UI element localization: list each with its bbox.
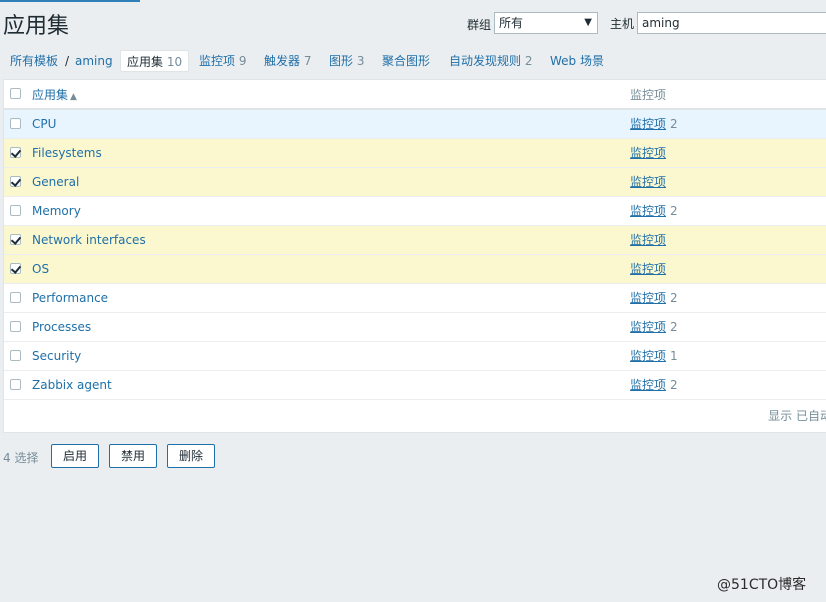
tab-web-scenarios[interactable]: Web 场景 (550, 50, 604, 72)
host-input[interactable]: aming (637, 12, 826, 34)
application-name-link[interactable]: OS (32, 255, 49, 284)
table-header: 应用集 ▲ 监控项 (4, 80, 826, 110)
enable-button[interactable]: 启用 (51, 444, 99, 468)
tab-label: 监控项 (199, 54, 236, 68)
items-cell: 监控项 2 (630, 284, 678, 313)
items-cell: 监控项 (630, 255, 666, 284)
application-name-link[interactable]: CPU (32, 110, 56, 139)
breadcrumb-separator: / (65, 54, 70, 68)
application-name-link[interactable]: Memory (32, 197, 81, 226)
tab-graphs[interactable]: 图形 3 (329, 50, 364, 72)
column-header-items: 监控项 (630, 88, 667, 102)
application-name-link[interactable]: Processes (32, 313, 91, 342)
items-link[interactable]: 监控项 (630, 378, 666, 392)
selected-count: 4 选择 (3, 451, 39, 465)
items-count: 2 (670, 291, 678, 305)
items-cell: 监控项 1 (630, 342, 678, 371)
chevron-down-icon: ▼ (584, 17, 592, 28)
delete-button[interactable]: 删除 (167, 444, 215, 468)
items-link[interactable]: 监控项 (630, 117, 666, 131)
column-name-label: 应用集 (32, 88, 69, 102)
items-cell: 监控项 2 (630, 313, 678, 342)
table-footer-summary: 显示 已自动 (768, 409, 826, 423)
application-name-link[interactable]: Performance (32, 284, 108, 313)
tab-label: 聚合图形 (382, 54, 431, 68)
column-header-name[interactable]: 应用集 ▲ (32, 80, 77, 112)
breadcrumb-host[interactable]: aming (75, 50, 113, 72)
table-row[interactable]: OS 监控项 (4, 255, 826, 284)
tab-label: 触发器 (264, 54, 301, 68)
tab-label: 自动发现规则 (449, 54, 522, 68)
items-count: 2 (670, 320, 678, 334)
tab-count: 9 (238, 54, 247, 68)
items-link[interactable]: 监控项 (630, 175, 666, 189)
table-row[interactable]: Filesystems 监控项 (4, 139, 826, 168)
watermark: @51CTO博客 (717, 577, 807, 593)
items-link[interactable]: 监控项 (630, 262, 666, 276)
row-checkbox[interactable] (10, 321, 21, 332)
disable-button[interactable]: 禁用 (109, 444, 157, 468)
items-count: 2 (670, 378, 678, 392)
applications-table: 应用集 ▲ 监控项 CPU 监控项 2 Filesystems 监控项 Genera… (3, 79, 826, 433)
items-cell: 监控项 (630, 139, 666, 168)
select-all-checkbox[interactable] (10, 88, 21, 99)
row-checkbox[interactable] (10, 234, 21, 245)
tab-count: 7 (303, 54, 312, 68)
items-cell: 监控项 (630, 168, 666, 197)
tab-discovery-rules[interactable]: 自动发现规则 2 (449, 50, 532, 72)
items-link[interactable]: 监控项 (630, 204, 666, 218)
tab-triggers[interactable]: 触发器 7 (264, 50, 311, 72)
items-count: 2 (670, 117, 678, 131)
items-cell: 监控项 (630, 226, 666, 255)
application-name-link[interactable]: Network interfaces (32, 226, 146, 255)
table-row[interactable]: Memory 监控项 2 (4, 197, 826, 226)
application-name-link[interactable]: Security (32, 342, 81, 371)
items-link[interactable]: 监控项 (630, 291, 666, 305)
row-checkbox[interactable] (10, 379, 21, 390)
table-row[interactable]: CPU 监控项 2 (4, 110, 826, 139)
items-link[interactable]: 监控项 (630, 146, 666, 160)
items-count: 2 (670, 204, 678, 218)
page-title: 应用集 (3, 14, 70, 39)
tab-items[interactable]: 监控项 9 (199, 50, 246, 72)
row-checkbox[interactable] (10, 176, 21, 187)
breadcrumb-all-templates[interactable]: 所有模板 (10, 50, 58, 72)
tab-label: Web 场景 (550, 54, 604, 68)
row-checkbox[interactable] (10, 350, 21, 361)
row-checkbox[interactable] (10, 263, 21, 274)
table-row[interactable]: Security 监控项 1 (4, 342, 826, 371)
group-select-value: 所有 (499, 16, 524, 30)
application-name-link[interactable]: General (32, 168, 79, 197)
table-row[interactable]: Performance 监控项 2 (4, 284, 826, 313)
sort-ascending-icon: ▲ (70, 92, 77, 102)
application-name-link[interactable]: Filesystems (32, 139, 102, 168)
tab-label: 应用集 (127, 55, 164, 69)
top-accent-line (0, 0, 140, 2)
tab-label: 图形 (329, 54, 354, 68)
table-row[interactable]: Zabbix agent 监控项 2 (4, 371, 826, 400)
row-checkbox[interactable] (10, 147, 21, 158)
items-link[interactable]: 监控项 (630, 233, 666, 247)
table-row[interactable]: Processes 监控项 2 (4, 313, 826, 342)
application-name-link[interactable]: Zabbix agent (32, 371, 112, 400)
group-filter-label: 群组 (467, 18, 492, 32)
table-row[interactable]: Network interfaces 监控项 (4, 226, 826, 255)
items-count: 1 (670, 349, 678, 363)
items-cell: 监控项 2 (630, 110, 678, 139)
tab-screens[interactable]: 聚合图形 (382, 50, 430, 72)
host-filter-label: 主机 (610, 17, 635, 31)
tab-applications[interactable]: 应用集 10 (120, 50, 190, 72)
items-link[interactable]: 监控项 (630, 320, 666, 334)
group-select[interactable]: 所有 ▼ (494, 12, 598, 34)
items-cell: 监控项 2 (630, 371, 678, 400)
row-checkbox[interactable] (10, 118, 21, 129)
row-checkbox[interactable] (10, 292, 21, 303)
row-checkbox[interactable] (10, 205, 21, 216)
tab-count: 3 (356, 54, 365, 68)
tab-count: 2 (524, 54, 533, 68)
items-cell: 监控项 2 (630, 197, 678, 226)
table-row[interactable]: General 监控项 (4, 168, 826, 197)
tab-count: 10 (166, 55, 183, 69)
items-link[interactable]: 监控项 (630, 349, 666, 363)
